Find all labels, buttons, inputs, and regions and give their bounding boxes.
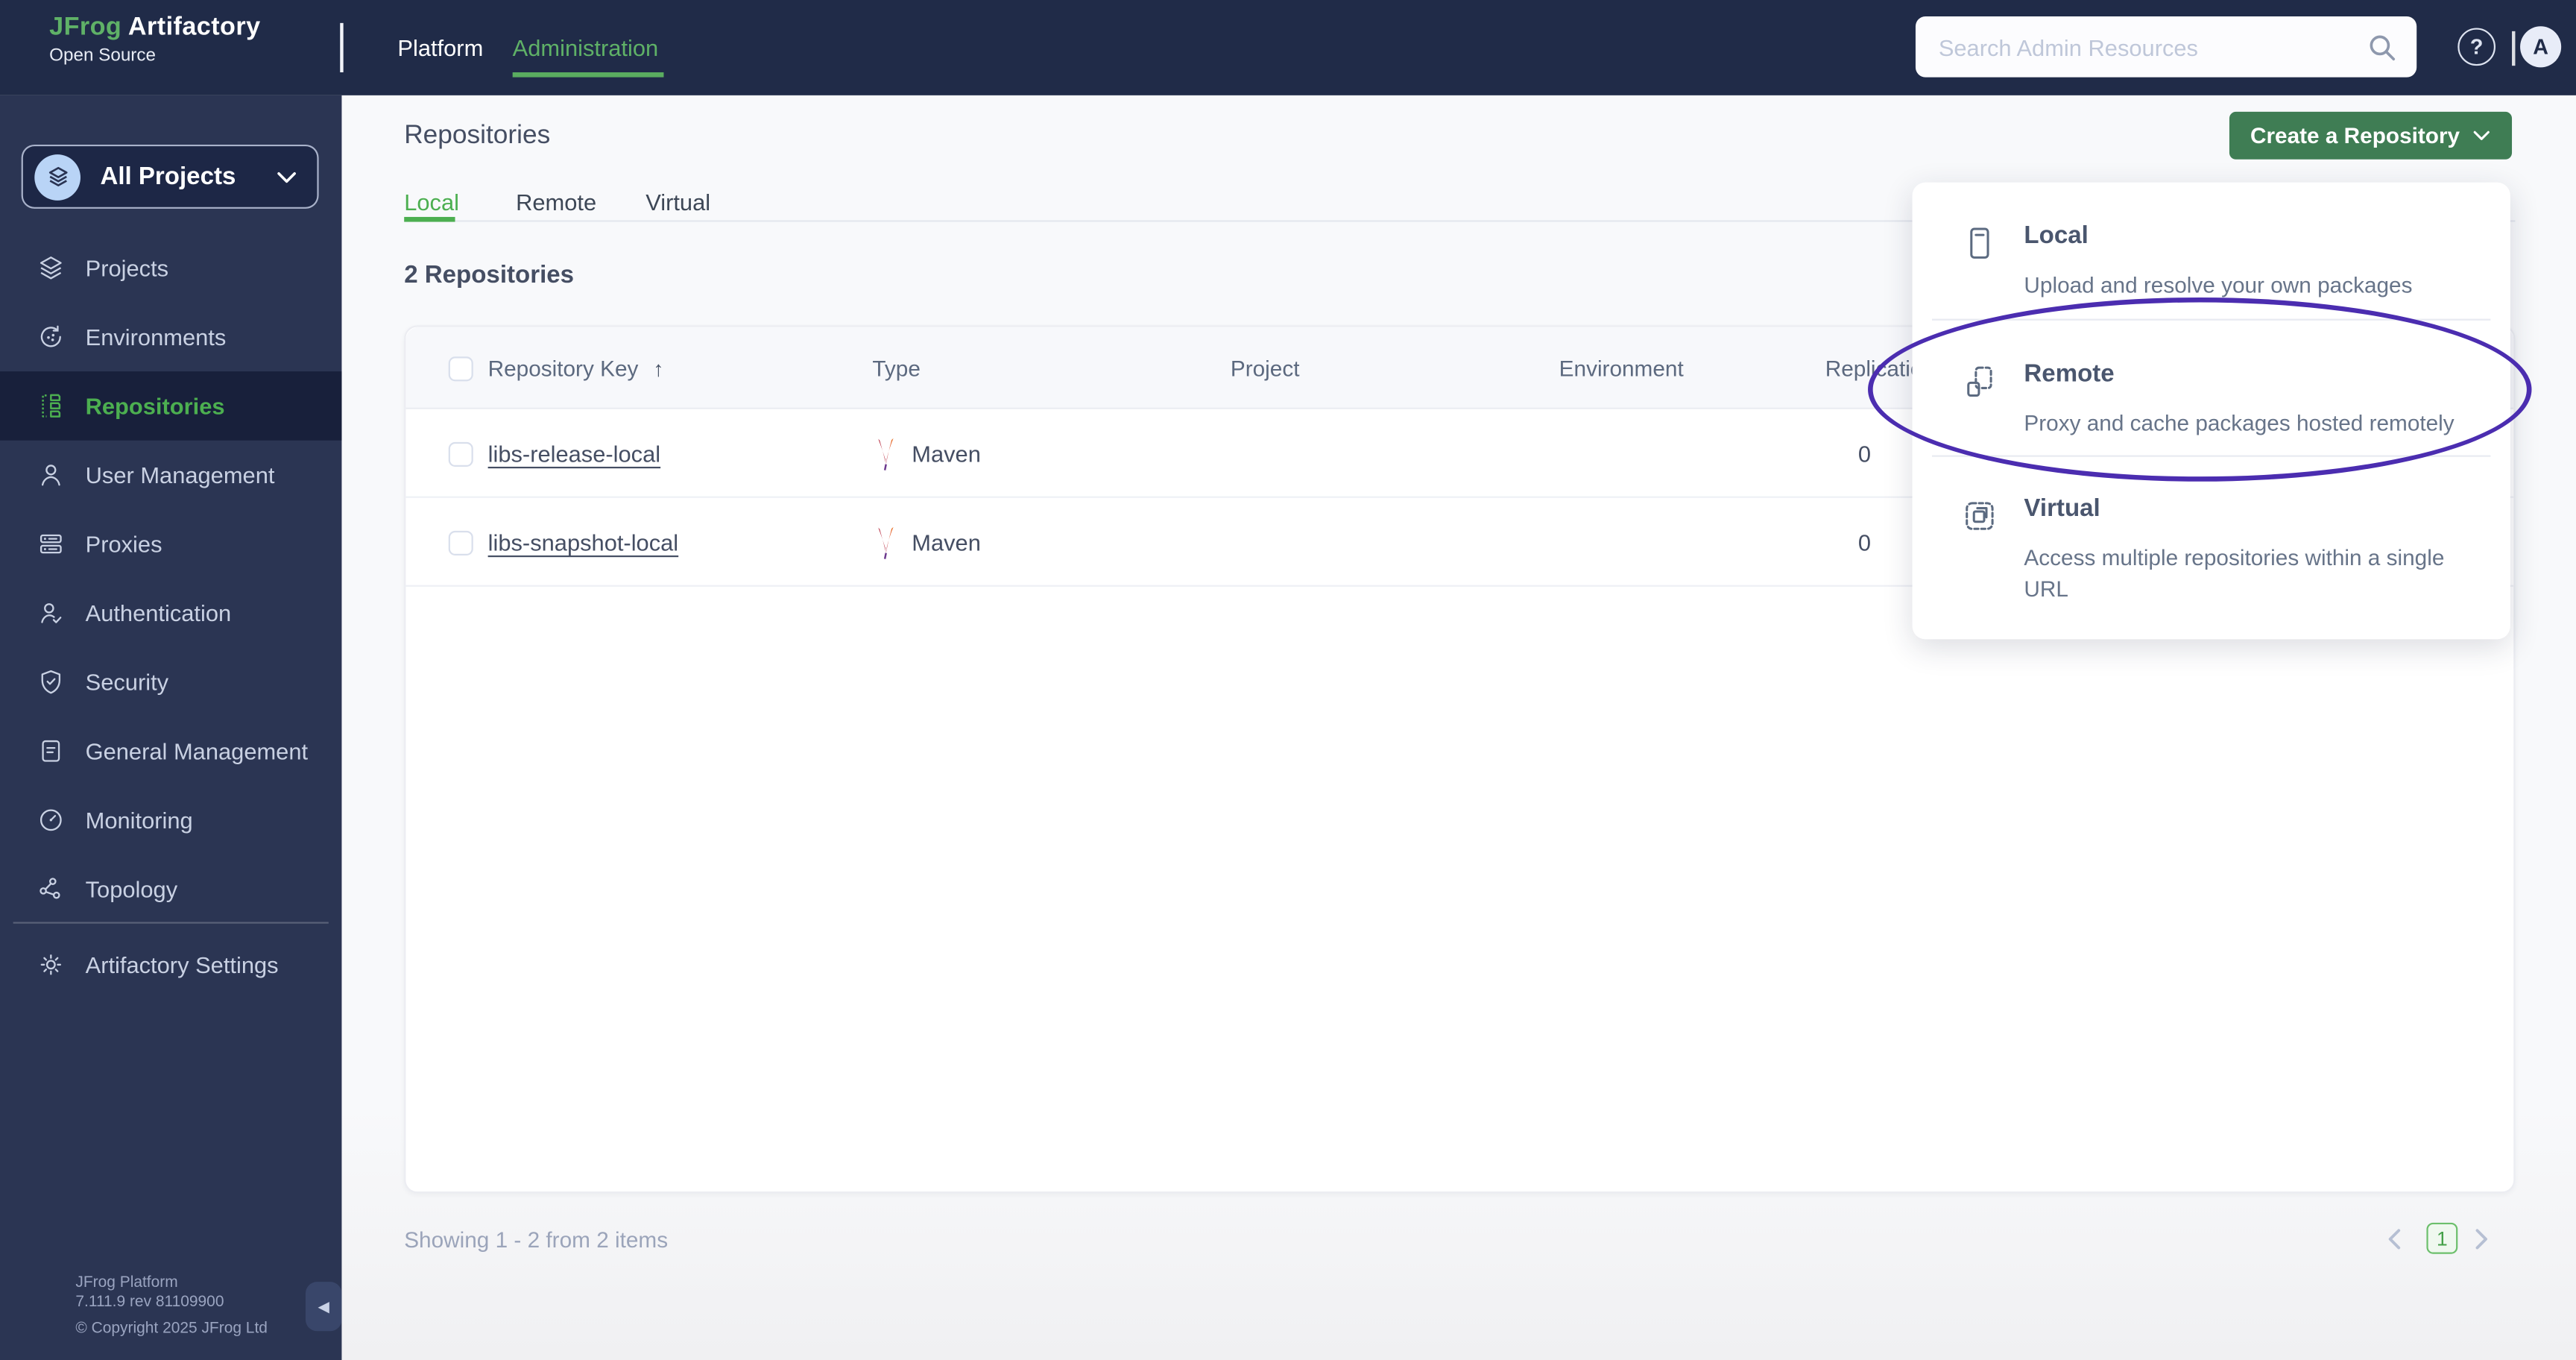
- replication-count: 0: [1857, 529, 1872, 555]
- repository-key-link[interactable]: libs-release-local: [488, 441, 661, 467]
- column-type[interactable]: Type: [872, 327, 921, 409]
- admin-search: [1915, 16, 2417, 78]
- sidebar-item-general-management[interactable]: General Management: [0, 717, 341, 786]
- sidebar-item-artifactory-settings[interactable]: Artifactory Settings: [0, 931, 341, 1000]
- local-repo-icon: [1962, 225, 1998, 261]
- chevron-right-icon[interactable]: [2474, 1227, 2497, 1250]
- menu-divider: [1932, 455, 2491, 457]
- main-content: Repositories Create a Repository Local R…: [341, 95, 2576, 1360]
- page-title: Repositories: [404, 122, 551, 150]
- layers-icon: [34, 154, 81, 200]
- platform-version: 7.111.9 rev 81109900: [75, 1292, 224, 1311]
- proxies-icon: [36, 529, 66, 559]
- header-divider-2: [2512, 31, 2515, 66]
- type-label: Maven: [912, 529, 981, 555]
- menu-divider: [1932, 318, 2491, 321]
- maven-icon: [872, 525, 898, 559]
- pagination: 1: [2387, 1222, 2498, 1254]
- jfrog-logo: JFrog Artifactory Open Source: [49, 13, 261, 66]
- select-all-checkbox[interactable]: [448, 356, 473, 381]
- sidebar-collapse-button[interactable]: ◀: [305, 1282, 342, 1332]
- row-checkbox[interactable]: [448, 441, 473, 466]
- sidebar-footer: JFrog Platform 7.111.9 rev 81109900 © Co…: [75, 1274, 268, 1338]
- top-header: JFrog Artifactory Open Source Platform A…: [0, 0, 2576, 95]
- repository-key-link[interactable]: libs-snapshot-local: [488, 529, 679, 555]
- sidebar-item-repositories[interactable]: Repositories: [0, 371, 342, 441]
- platform-name: JFrog Platform: [75, 1274, 178, 1292]
- create-repository-menu: Local Upload and resolve your own packag…: [1912, 182, 2510, 640]
- logo-edition: Open Source: [49, 45, 157, 66]
- sidebar-item-topology[interactable]: Topology: [0, 854, 341, 924]
- shield-icon: [36, 667, 66, 697]
- copyright: © Copyright 2025 JFrog Ltd: [75, 1319, 268, 1338]
- column-project[interactable]: Project: [1231, 327, 1300, 409]
- remote-repo-icon: [1962, 363, 1998, 399]
- search-input[interactable]: [1915, 34, 2364, 60]
- search-icon[interactable]: [2364, 29, 2400, 65]
- column-environment[interactable]: Environment: [1559, 327, 1684, 409]
- page-number[interactable]: 1: [2426, 1222, 2458, 1254]
- tab-virtual[interactable]: Virtual: [645, 189, 710, 215]
- authentication-icon: [36, 598, 66, 628]
- row-checkbox[interactable]: [448, 529, 473, 555]
- replication-count: 0: [1857, 440, 1872, 467]
- layers-icon: [36, 253, 66, 283]
- gauge-icon: [36, 805, 66, 835]
- column-repository-key[interactable]: Repository Key ↑: [488, 327, 664, 409]
- help-icon[interactable]: ?: [2457, 28, 2496, 66]
- create-repository-button[interactable]: Create a Repository: [2229, 111, 2513, 160]
- sidebar-item-environments[interactable]: Environments: [0, 303, 341, 372]
- tab-active-underline: [404, 216, 455, 222]
- avatar[interactable]: A: [2520, 26, 2562, 68]
- nav-platform[interactable]: Platform: [397, 0, 483, 95]
- sort-ascending-icon[interactable]: ↑: [653, 356, 663, 380]
- repository-tabs: Local Remote Virtual: [404, 189, 710, 215]
- collapse-left-icon: ◀: [318, 1297, 329, 1315]
- sidebar-menu: Projects Environments Repositories User …: [0, 233, 342, 924]
- nav-administration[interactable]: Administration: [513, 0, 659, 95]
- logo-brand: JFrog: [49, 13, 122, 42]
- project-selector-label: All Projects: [100, 163, 236, 191]
- type-label: Maven: [912, 440, 981, 467]
- document-icon: [36, 736, 66, 766]
- virtual-repo-icon: [1962, 498, 1998, 534]
- sidebar-item-user-management[interactable]: User Management: [0, 441, 341, 510]
- chevron-down-icon: [2474, 130, 2490, 140]
- chevron-left-icon[interactable]: [2387, 1227, 2411, 1250]
- nav-active-underline: [512, 72, 664, 78]
- sidebar-item-projects[interactable]: Projects: [0, 233, 341, 303]
- sidebar: All Projects Projects Environments Repos…: [0, 95, 342, 1360]
- header-divider: [340, 22, 344, 72]
- project-selector[interactable]: All Projects: [21, 144, 319, 209]
- environments-icon: [36, 322, 66, 352]
- pagination-summary: Showing 1 - 2 from 2 items: [404, 1227, 669, 1253]
- sidebar-item-proxies[interactable]: Proxies: [0, 509, 341, 579]
- tab-local[interactable]: Local: [404, 189, 516, 215]
- repository-count: 2 Repositories: [404, 261, 575, 289]
- sidebar-item-authentication[interactable]: Authentication: [0, 579, 341, 648]
- repositories-icon: [36, 391, 66, 421]
- topology-icon: [36, 875, 66, 904]
- sidebar-divider: [13, 922, 329, 924]
- gear-icon: [36, 950, 66, 980]
- user-icon: [36, 460, 66, 490]
- sidebar-item-monitoring[interactable]: Monitoring: [0, 786, 341, 855]
- jfrog-artifactory-app: JFrog Artifactory Open Source Platform A…: [0, 0, 2576, 1360]
- sidebar-item-security[interactable]: Security: [0, 647, 341, 717]
- chevron-down-icon: [276, 170, 297, 183]
- tab-remote[interactable]: Remote: [516, 189, 645, 215]
- maven-icon: [872, 436, 898, 470]
- logo-product: Artifactory: [121, 13, 261, 42]
